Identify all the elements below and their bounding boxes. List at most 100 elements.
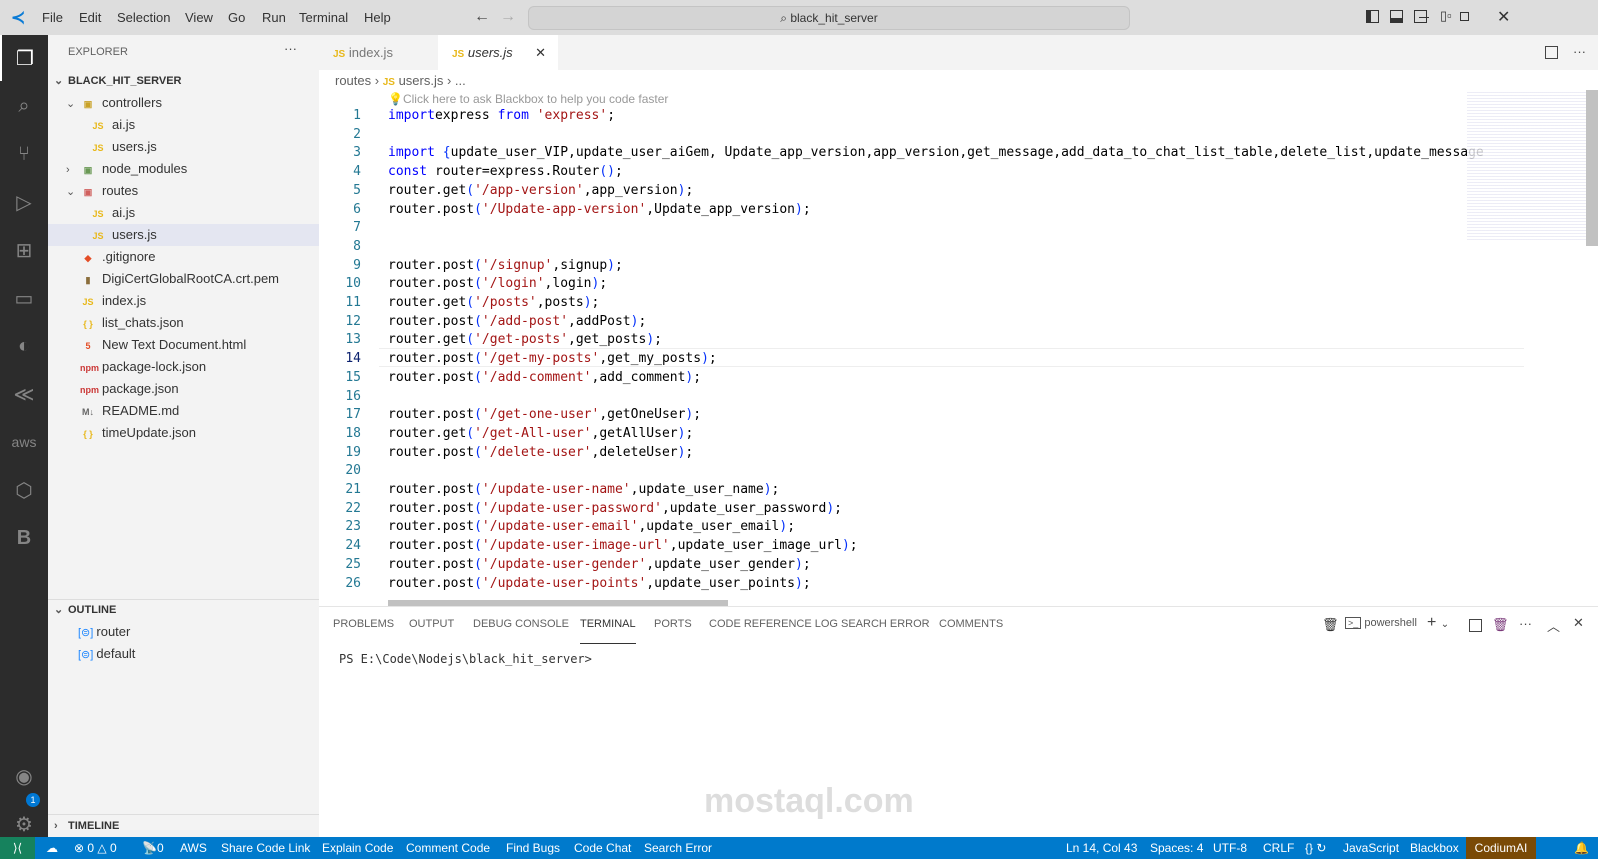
explorer-more-icon[interactable]: ··· bbox=[284, 41, 297, 56]
accounts-icon[interactable]: ◉ bbox=[0, 753, 48, 799]
delete-terminal-icon[interactable]: 🗑 bbox=[1492, 617, 1509, 633]
code-line[interactable]: router.post('/update-user-gender',update… bbox=[388, 557, 811, 572]
kill-terminal-icon[interactable]: 🗑 bbox=[1322, 617, 1339, 633]
explorer-icon[interactable]: ❐ bbox=[0, 35, 48, 81]
outline-header[interactable]: ⌄ OUTLINE bbox=[48, 599, 319, 621]
code-line[interactable]: router.post('/update-user-password',upda… bbox=[388, 501, 842, 516]
code-line[interactable]: router.post('/get-one-user',getOneUser); bbox=[388, 407, 701, 422]
customize-layout-icon[interactable]: ▯▫ bbox=[1440, 8, 1452, 24]
maximize-panel-icon[interactable]: ︿ bbox=[1547, 616, 1560, 635]
menu-help[interactable]: Help bbox=[364, 10, 391, 25]
code-line[interactable]: router.get('/app-version',app_version); bbox=[388, 183, 693, 198]
status-code-chat[interactable]: Code Chat bbox=[574, 837, 631, 859]
braces-icon[interactable]: {} ↻ bbox=[1305, 837, 1326, 859]
status-blackbox[interactable]: Blackbox bbox=[1410, 837, 1459, 859]
tree-item[interactable]: JS ai.js bbox=[48, 114, 319, 136]
outline-item-router[interactable]: [⊜] router bbox=[48, 621, 319, 643]
code-line[interactable]: router.post('/signup',signup); bbox=[388, 258, 623, 273]
close-panel-icon[interactable]: ✕ bbox=[1573, 615, 1584, 631]
code-line[interactable]: router.post('/add-comment',add_comment); bbox=[388, 370, 701, 385]
timeline-header[interactable]: › TIMELINE bbox=[48, 815, 319, 837]
tab-index-js[interactable]: JS index.js bbox=[319, 35, 438, 70]
code-line[interactable]: router.get('/posts',posts); bbox=[388, 295, 599, 310]
split-terminal-icon[interactable] bbox=[1469, 619, 1482, 632]
panel-tab-problems[interactable]: PROBLEMS bbox=[333, 618, 394, 644]
status-explain-code[interactable]: Explain Code bbox=[322, 837, 393, 859]
code-line[interactable]: import {update_user_VIP,update_user_aiGe… bbox=[388, 145, 1484, 160]
menu-run[interactable]: Run bbox=[262, 10, 286, 25]
code-line[interactable]: router.post('/update-user-image-url',upd… bbox=[388, 538, 858, 553]
remote-explorer-icon[interactable]: ▭ bbox=[0, 275, 48, 321]
status-aws[interactable]: AWS bbox=[180, 837, 207, 859]
flutter-icon[interactable]: ≪ bbox=[0, 371, 48, 417]
panel-tab-output[interactable]: OUTPUT bbox=[409, 618, 454, 644]
back-arrow-icon[interactable]: ← bbox=[474, 8, 490, 26]
menu-file[interactable]: File bbox=[42, 10, 63, 25]
blackbox-icon[interactable]: B bbox=[0, 515, 48, 561]
menu-go[interactable]: Go bbox=[228, 10, 245, 25]
extensions-icon[interactable]: ⊞ bbox=[0, 227, 48, 273]
code-line[interactable]: router.post('/add-post',addPost); bbox=[388, 314, 646, 329]
status-share-code-link[interactable]: Share Code Link bbox=[221, 837, 310, 859]
code-line[interactable]: router.post('/delete-user',deleteUser); bbox=[388, 445, 693, 460]
notifications-bell-icon[interactable]: 🔔 bbox=[1574, 837, 1589, 859]
tree-item[interactable]: JS users.js bbox=[48, 136, 319, 158]
run-debug-icon[interactable]: ▷ bbox=[0, 179, 48, 225]
menu-terminal[interactable]: Terminal bbox=[299, 10, 348, 25]
indentation[interactable]: Spaces: 4 bbox=[1150, 837, 1203, 859]
codium-icon[interactable]: ◐ bbox=[0, 323, 48, 369]
problems-indicator[interactable]: ⊗ 0 △ 0 bbox=[74, 837, 117, 859]
code-line[interactable]: router.post('/update-user-points',update… bbox=[388, 576, 811, 591]
breadcrumb-file[interactable]: users.js bbox=[399, 73, 444, 88]
code-line[interactable]: router.post('/Update-app-version',Update… bbox=[388, 202, 811, 217]
workspace-root[interactable]: ⌄ BLACK_HIT_SERVER bbox=[48, 70, 319, 92]
forward-arrow-icon[interactable]: → bbox=[500, 8, 516, 26]
panel-tab-search-error[interactable]: SEARCH ERROR bbox=[841, 618, 930, 644]
code-line[interactable]: importexpress from 'express'; bbox=[388, 108, 615, 123]
encoding[interactable]: UTF-8 bbox=[1213, 837, 1247, 859]
toggle-sidebar-icon[interactable] bbox=[1366, 10, 1379, 23]
code-line[interactable]: router.post('/get-my-posts',get_my_posts… bbox=[388, 351, 717, 366]
menu-view[interactable]: View bbox=[185, 10, 213, 25]
vertical-scrollbar[interactable] bbox=[1586, 90, 1598, 246]
command-center-search[interactable]: ⌕ black_hit_server bbox=[528, 6, 1130, 30]
menu-selection[interactable]: Selection bbox=[117, 10, 170, 25]
status-comment-code[interactable]: Comment Code bbox=[406, 837, 490, 859]
code-line[interactable]: router.post('/login',login); bbox=[388, 276, 607, 291]
code-line[interactable]: const router=express.Router(); bbox=[388, 164, 623, 179]
terminal-shell-selector[interactable]: >_ powershell bbox=[1345, 617, 1417, 629]
tree-item[interactable]: npm package-lock.json bbox=[48, 356, 319, 378]
remote-indicator[interactable]: ⟩⟨ bbox=[0, 837, 35, 859]
window-minimize-icon[interactable] bbox=[1419, 17, 1429, 18]
line-ending[interactable]: CRLF bbox=[1263, 837, 1294, 859]
breadcrumb-routes[interactable]: routes bbox=[335, 73, 371, 88]
code-line[interactable]: router.post('/update-user-email',update_… bbox=[388, 519, 795, 534]
ports-indicator[interactable]: 📡0 bbox=[142, 837, 164, 859]
tree-item[interactable]: ⌄ ▣ controllers bbox=[48, 92, 319, 114]
split-editor-icon[interactable] bbox=[1545, 46, 1558, 59]
outline-item-default[interactable]: [⊜] default bbox=[48, 643, 319, 665]
status-codiumai[interactable]: CodiumAI bbox=[1466, 837, 1536, 859]
tree-item[interactable]: { } list_chats.json bbox=[48, 312, 319, 334]
status-search-error[interactable]: Search Error bbox=[644, 837, 712, 859]
aws-icon[interactable]: aws bbox=[0, 419, 48, 465]
new-terminal-icon[interactable]: + ⌄ bbox=[1427, 614, 1449, 632]
language-mode[interactable]: JavaScript bbox=[1343, 837, 1399, 859]
menu-edit[interactable]: Edit bbox=[79, 10, 101, 25]
code-line[interactable]: router.get('/get-All-user',getAllUser); bbox=[388, 426, 693, 441]
tree-item[interactable]: { } timeUpdate.json bbox=[48, 422, 319, 444]
status-find-bugs[interactable]: Find Bugs bbox=[506, 837, 560, 859]
tree-item[interactable]: › ▣ node_modules bbox=[48, 158, 319, 180]
tree-item[interactable]: ◆ .gitignore bbox=[48, 246, 319, 268]
cursor-position[interactable]: Ln 14, Col 43 bbox=[1066, 837, 1137, 859]
code-editor[interactable]: routes › JS users.js › ... 💡Click here t… bbox=[319, 70, 1598, 606]
tree-item[interactable]: M↓ README.md bbox=[48, 400, 319, 422]
panel-tab-ports[interactable]: PORTS bbox=[654, 618, 692, 644]
code-line[interactable]: router.get('/get-posts',get_posts); bbox=[388, 332, 662, 347]
tree-item[interactable]: JS index.js bbox=[48, 290, 319, 312]
tree-item[interactable]: JS ai.js bbox=[48, 202, 319, 224]
close-tab-icon[interactable]: ✕ bbox=[535, 35, 546, 70]
hexagon-extension-icon[interactable]: ⬡ bbox=[0, 467, 48, 513]
window-close-icon[interactable]: ✕ bbox=[1497, 7, 1510, 27]
tree-item[interactable]: JS users.js bbox=[48, 224, 319, 246]
